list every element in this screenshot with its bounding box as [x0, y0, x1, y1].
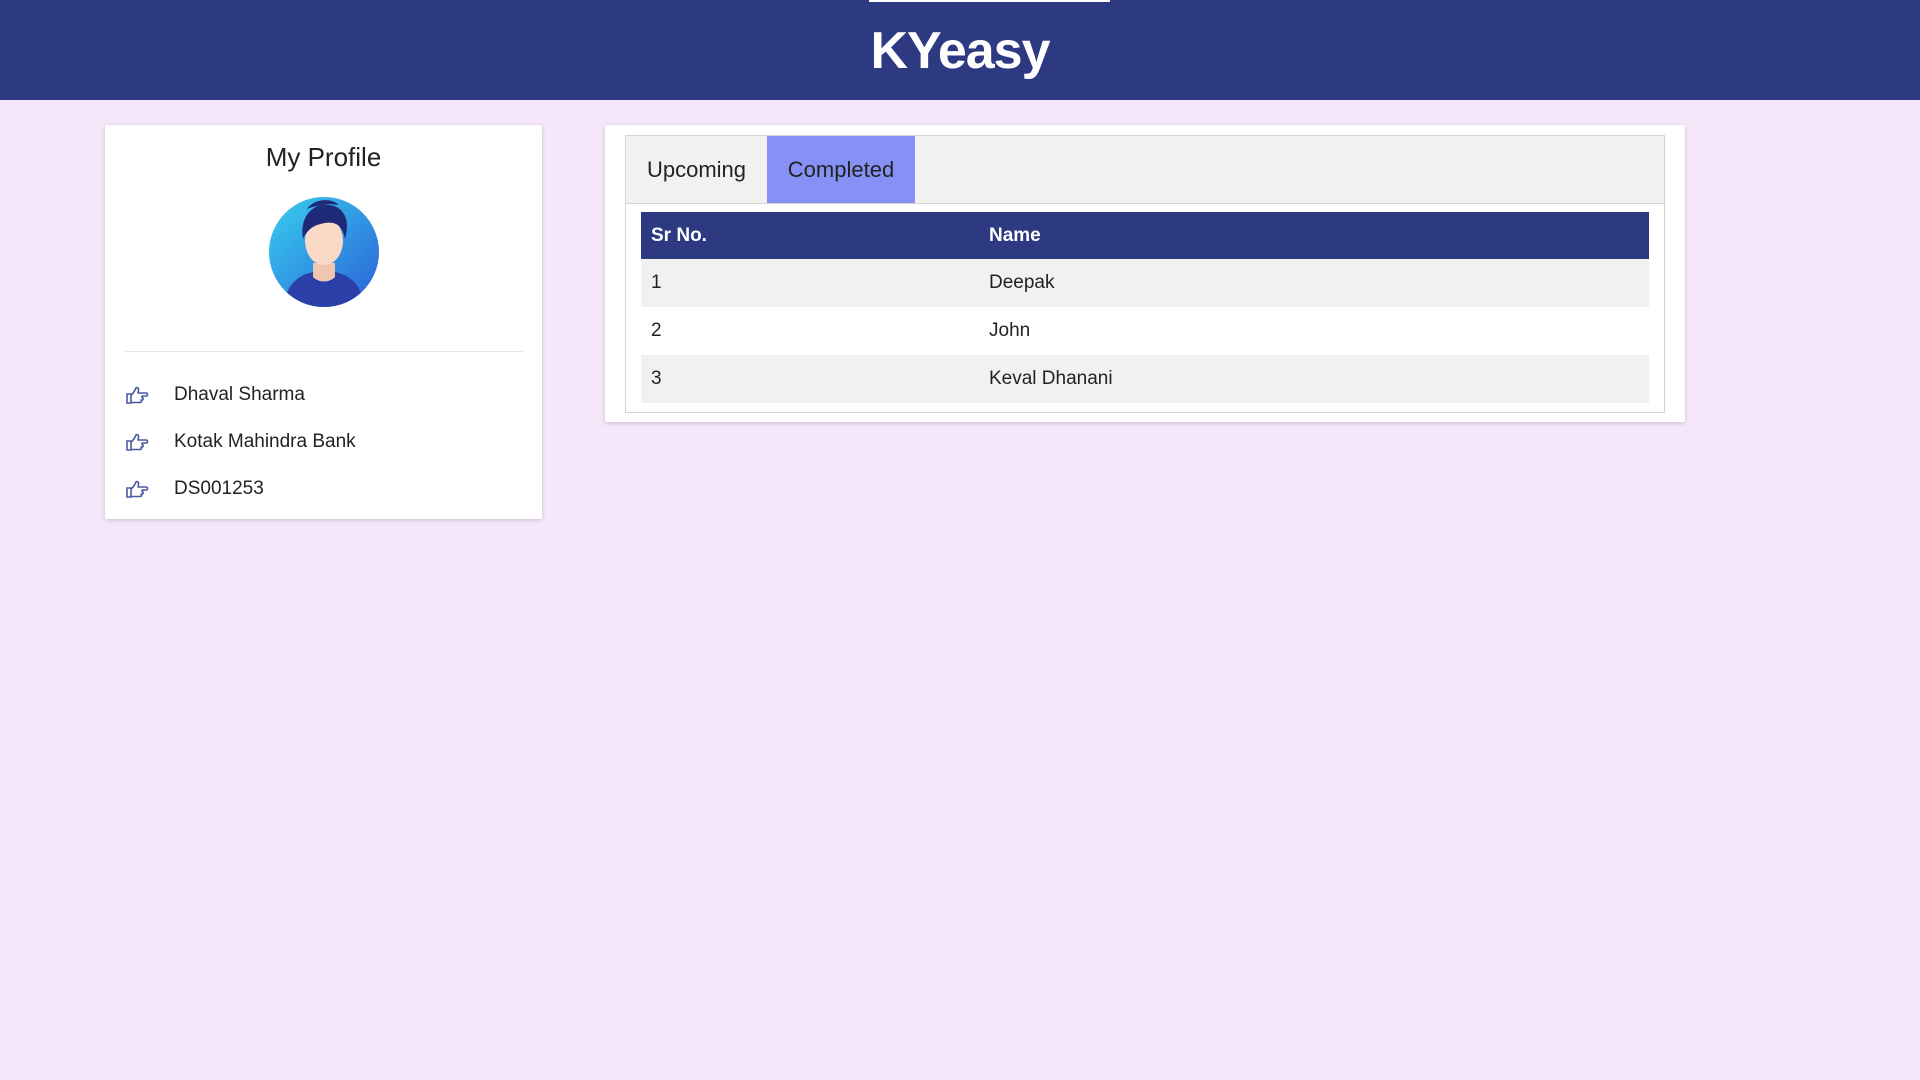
profile-item-id: DS001253	[125, 465, 523, 512]
column-header-name: Name	[979, 212, 1649, 259]
table-row: 1 Deepak	[641, 259, 1649, 307]
hand-point-right-icon	[126, 480, 149, 498]
table-header-row: Sr No. Name	[641, 212, 1649, 259]
tab-bar: Upcoming Completed	[626, 136, 1664, 204]
table-row: 2 John	[641, 307, 1649, 355]
tab-completed[interactable]: Completed	[767, 136, 915, 203]
cell-sr-no: 2	[641, 307, 979, 355]
profile-info-list: Dhaval Sharma Kotak Mahindra Bank DS0012…	[125, 371, 523, 512]
app-header: KYeasy	[0, 0, 1920, 100]
cell-name: John	[979, 307, 1649, 355]
app-title: KYeasy	[870, 22, 1050, 80]
cell-sr-no: 3	[641, 355, 979, 403]
profile-item-name: Dhaval Sharma	[125, 371, 523, 418]
profile-title: My Profile	[265, 142, 382, 172]
profile-name: Dhaval Sharma	[174, 383, 305, 405]
profile-divider	[125, 351, 523, 352]
hand-point-right-icon	[126, 433, 149, 451]
profile-item-bank: Kotak Mahindra Bank	[125, 418, 523, 465]
cell-name: Keval Dhanani	[979, 355, 1649, 403]
tabs-container: Upcoming Completed Sr No. Name 1 Deepak …	[625, 135, 1665, 413]
table-row: 3 Keval Dhanani	[641, 355, 1649, 403]
tab-upcoming[interactable]: Upcoming	[626, 136, 767, 203]
user-avatar-icon	[269, 197, 379, 307]
column-header-sr-no: Sr No.	[641, 212, 979, 259]
profile-card: My Profile Dhaval Sharma Kotak Mahindra …	[105, 125, 542, 519]
cell-sr-no: 1	[641, 259, 979, 307]
profile-id: DS001253	[174, 477, 264, 499]
profile-bank: Kotak Mahindra Bank	[174, 430, 356, 452]
tasks-card: Upcoming Completed Sr No. Name 1 Deepak …	[605, 125, 1685, 422]
cell-name: Deepak	[979, 259, 1649, 307]
header-accent-line	[869, 0, 1110, 2]
completed-table: Sr No. Name 1 Deepak 2 John 3 Keval Dhan…	[641, 212, 1649, 403]
hand-point-right-icon	[126, 386, 149, 404]
